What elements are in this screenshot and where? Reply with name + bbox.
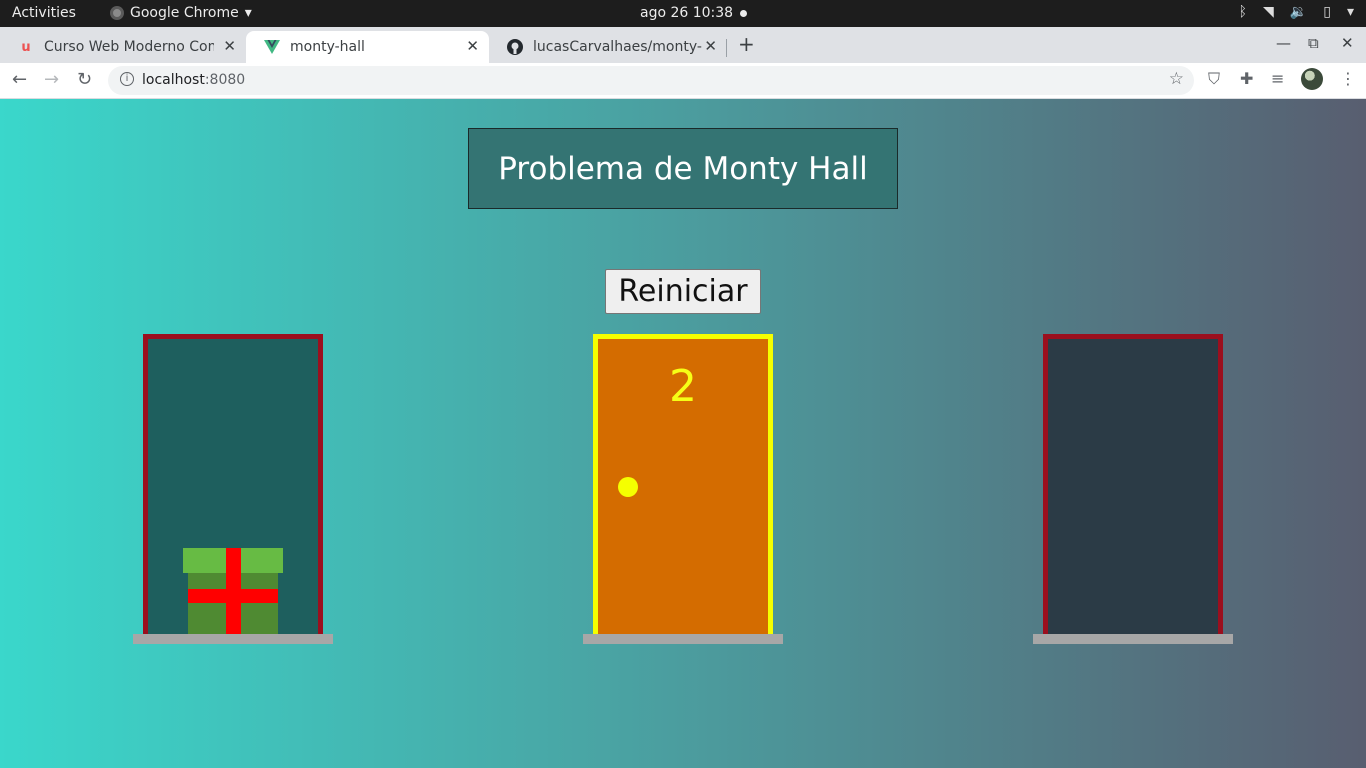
reset-button[interactable]: Reiniciar bbox=[605, 269, 761, 314]
door-1[interactable] bbox=[143, 334, 323, 634]
udemy-icon: u bbox=[21, 39, 31, 55]
url-host: localhost bbox=[142, 72, 205, 88]
chrome-menu-icon[interactable]: ⋮ bbox=[1340, 69, 1356, 88]
notification-dot-icon bbox=[740, 10, 747, 17]
shield-extension-icon[interactable]: ⛉ bbox=[1208, 69, 1220, 89]
gift-ribbon-horizontal bbox=[188, 589, 278, 603]
tab-title: monty-hall bbox=[290, 39, 365, 55]
back-button[interactable]: ← bbox=[12, 69, 27, 90]
wifi-icon: ◥ bbox=[1263, 4, 1274, 20]
tab-curso-web[interactable]: u Curso Web Moderno Com ✕ bbox=[0, 31, 246, 63]
battery-icon: ▯ bbox=[1323, 4, 1331, 20]
caret-down-icon: ▾ bbox=[244, 5, 252, 21]
tab-separator bbox=[726, 39, 727, 57]
media-queue-icon[interactable]: ≡ bbox=[1271, 69, 1284, 88]
github-icon bbox=[507, 39, 523, 55]
system-tray[interactable]: ᛒ ◥ 🔉 ▯ ▾ bbox=[1239, 4, 1354, 20]
chrome-icon bbox=[110, 6, 124, 20]
restore-button[interactable]: ⧉ bbox=[1308, 34, 1319, 52]
reload-button[interactable]: ↻ bbox=[77, 69, 92, 90]
close-tab-icon[interactable]: ✕ bbox=[223, 37, 236, 55]
tab-monty-hall[interactable]: monty-hall ✕ bbox=[246, 31, 489, 63]
system-top-bar: Activities Google Chrome ▾ ago 26 10:38 … bbox=[0, 0, 1366, 27]
door-2-floor bbox=[583, 634, 783, 644]
tab-github[interactable]: lucasCarvalhaes/monty-h ✕ bbox=[489, 31, 727, 63]
app-menu[interactable]: Google Chrome ▾ bbox=[110, 5, 252, 21]
volume-icon: 🔉 bbox=[1289, 4, 1308, 20]
page-title: Problema de Monty Hall bbox=[468, 128, 898, 209]
page-content: Problema de Monty Hall Reiniciar 2 bbox=[0, 99, 1366, 768]
clock[interactable]: ago 26 10:38 bbox=[640, 5, 733, 21]
activities-button[interactable]: Activities bbox=[12, 5, 76, 21]
door-1-floor bbox=[133, 634, 333, 644]
bluetooth-icon: ᛒ bbox=[1238, 4, 1248, 20]
close-tab-icon[interactable]: ✕ bbox=[704, 37, 717, 55]
url-text[interactable]: localhost:8080 bbox=[142, 72, 245, 88]
profile-avatar[interactable] bbox=[1301, 68, 1323, 90]
minimize-button[interactable]: — bbox=[1276, 34, 1291, 52]
door-number: 2 bbox=[669, 361, 697, 412]
door-knob[interactable] bbox=[618, 477, 638, 497]
bookmark-star-icon[interactable]: ☆ bbox=[1169, 69, 1184, 89]
close-tab-icon[interactable]: ✕ bbox=[466, 37, 479, 55]
address-bar[interactable]: i localhost:8080 ☆ bbox=[108, 66, 1194, 95]
tab-title: Curso Web Moderno Com bbox=[44, 39, 214, 55]
vue-icon bbox=[264, 39, 280, 55]
tab-title: lucasCarvalhaes/monty-h bbox=[533, 39, 703, 55]
extensions-puzzle-icon[interactable]: ✚ bbox=[1240, 69, 1253, 88]
door-3[interactable] bbox=[1043, 334, 1223, 634]
url-port: :8080 bbox=[204, 72, 246, 88]
close-window-button[interactable]: ✕ bbox=[1341, 34, 1354, 52]
site-info-icon[interactable]: i bbox=[120, 72, 134, 86]
new-tab-button[interactable]: + bbox=[738, 32, 755, 56]
tray-caret-icon: ▾ bbox=[1346, 4, 1354, 20]
app-name: Google Chrome bbox=[130, 5, 239, 21]
door-3-floor bbox=[1033, 634, 1233, 644]
browser-toolbar: ← → ↻ i localhost:8080 ☆ ⛉ ✚ ≡ ⋮ bbox=[0, 63, 1366, 99]
forward-button[interactable]: → bbox=[44, 69, 59, 90]
tab-strip: u Curso Web Moderno Com ✕ monty-hall ✕ l… bbox=[0, 27, 1366, 63]
door-2[interactable]: 2 bbox=[593, 334, 773, 634]
